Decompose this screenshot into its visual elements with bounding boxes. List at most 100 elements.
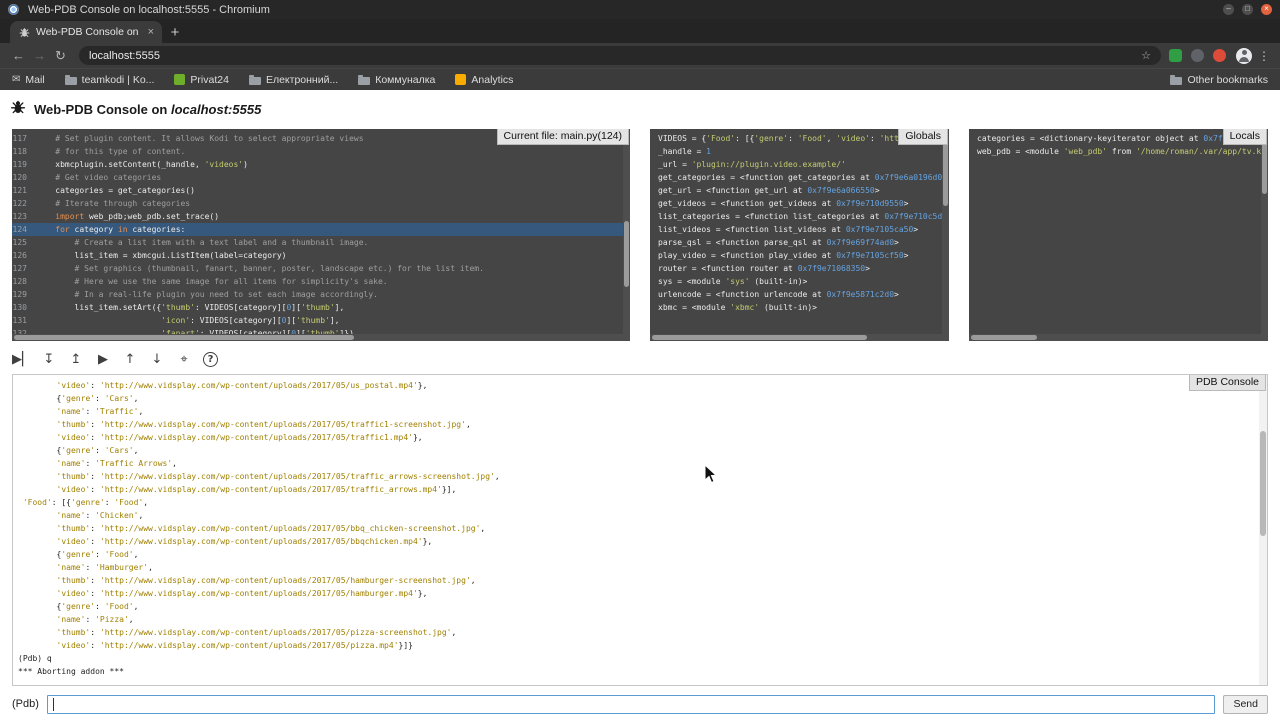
forward-icon[interactable]: →: [29, 48, 50, 63]
locals-panel: Locals categories = <dictionary-keyitera…: [969, 129, 1268, 341]
down-button[interactable]: ↓: [147, 349, 167, 369]
extension-icon-gray[interactable]: [1191, 49, 1204, 62]
browser-window: Web-PDB Console on localhost:5555 - Chro…: [0, 0, 1280, 720]
profile-avatar[interactable]: [1236, 48, 1252, 64]
bookmark-item-3[interactable]: Електронний...: [249, 74, 338, 86]
console-line: *** Aborting addon ***: [18, 665, 1258, 678]
scrollbar-thumb[interactable]: [971, 335, 1037, 340]
code-line-121: 121 categories = get_categories(): [12, 184, 623, 197]
console-line: 'name': 'Traffic Arrows',: [18, 457, 1258, 470]
new-tab-button[interactable]: +: [162, 21, 188, 43]
favicon-icon: [174, 74, 185, 85]
scrollbar-thumb[interactable]: [624, 221, 629, 287]
code-line-127: 127 # Set graphics (thumbnail, fanart, b…: [12, 262, 623, 275]
help-button[interactable]: ?: [203, 352, 218, 367]
code-line-130: 130 list_item.setArt({'thumb': VIDEOS[ca…: [12, 301, 623, 314]
other-bookmarks-label: Other bookmarks: [1187, 74, 1268, 86]
code-line-124: 124 for category in categories:: [12, 223, 623, 236]
pdb-console-label: PDB Console: [1189, 375, 1266, 391]
address-bar[interactable]: localhost:5555 ☆: [79, 46, 1161, 65]
console-line: 'name': 'Chicken',: [18, 509, 1258, 522]
mail-icon: ✉: [12, 75, 20, 85]
minimize-button[interactable]: –: [1223, 4, 1234, 15]
close-button[interactable]: ×: [1261, 4, 1272, 15]
bookmark-label: Електронний...: [266, 74, 338, 86]
prompt-row: (Pdb) Send: [12, 693, 1268, 715]
globals-vertical-scrollbar[interactable]: [942, 129, 949, 334]
console-line: 'name': 'Traffic',: [18, 405, 1258, 418]
back-icon[interactable]: ←: [8, 48, 29, 63]
variable-line: urlencode = <function urlencode at 0x7f9…: [658, 288, 942, 301]
next-button[interactable]: ▶▏: [12, 349, 32, 369]
scrollbar-thumb[interactable]: [14, 335, 354, 340]
bookmark-item-5[interactable]: Analytics: [455, 74, 513, 86]
code-line-131: 131 'icon': VIDEOS[category][0]['thumb']…: [12, 314, 623, 327]
code-line-132: 132 'fanart': VIDEOS[category][0]['thumb…: [12, 327, 623, 334]
bookmark-item-0[interactable]: ✉Mail: [12, 74, 45, 86]
current-file-panel: Current file: main.py(124) 117 # Set plu…: [12, 129, 630, 341]
tab-close-icon[interactable]: ×: [148, 27, 154, 38]
code-line-118: 118 # for this type of content.: [12, 145, 623, 158]
maximize-button[interactable]: □: [1242, 4, 1253, 15]
reload-icon[interactable]: ↻: [50, 48, 71, 64]
globals-horizontal-scrollbar[interactable]: [650, 334, 949, 341]
console-line: 'video': 'http://www.vidsplay.com/wp-con…: [18, 431, 1258, 444]
extension-icon-red[interactable]: [1213, 49, 1226, 62]
bookmark-label: Privat24: [190, 74, 229, 86]
folder-icon: [358, 77, 370, 85]
variable-line: web_pdb = <module 'web_pdb' from '/home/…: [977, 145, 1261, 158]
text-caret: [53, 698, 54, 711]
code-lines: 117 # Set plugin content. It allows Kodi…: [12, 129, 623, 334]
bookmark-item-2[interactable]: Privat24: [174, 74, 229, 86]
extension-icon-green[interactable]: [1169, 49, 1182, 62]
current-file-label: Current file: main.py(124): [497, 129, 629, 145]
return-button[interactable]: ↥: [66, 349, 86, 369]
browser-tab[interactable]: Web-PDB Console on loca ×: [10, 21, 162, 43]
other-bookmarks[interactable]: Other bookmarks: [1170, 74, 1268, 86]
locals-horizontal-scrollbar[interactable]: [969, 334, 1268, 341]
code-line-122: 122 # Iterate through categories: [12, 197, 623, 210]
window-controls: – □ ×: [1223, 4, 1272, 15]
variable-line: router = <function router at 0x7f9e71068…: [658, 262, 942, 275]
console-line: 'video': 'http://www.vidsplay.com/wp-con…: [18, 587, 1258, 600]
scrollbar-thumb[interactable]: [1260, 431, 1266, 536]
console-line: {'genre': 'Food',: [18, 548, 1258, 561]
variable-line: categories = <dictionary-keyiterator obj…: [977, 132, 1261, 145]
bookmark-item-4[interactable]: Коммуналка: [358, 74, 435, 86]
tab-title: Web-PDB Console on loca: [36, 26, 142, 38]
where-button[interactable]: ⌖: [174, 349, 194, 369]
bookmark-item-1[interactable]: teamkodi | Ko...: [65, 74, 155, 86]
console-line: 'video': 'http://www.vidsplay.com/wp-con…: [18, 639, 1258, 652]
folder-icon: [65, 77, 77, 85]
up-button[interactable]: ↑: [120, 349, 140, 369]
page-title: Web-PDB Console on localhost:5555: [34, 102, 261, 117]
console-line: 'name': 'Pizza',: [18, 613, 1258, 626]
variable-line: get_categories = <function get_categorie…: [658, 171, 942, 184]
code-line-129: 129 # In a real-life plugin you need to …: [12, 288, 623, 301]
variable-line: parse_qsl = <function parse_qsl at 0x7f9…: [658, 236, 942, 249]
scrollbar-thumb[interactable]: [652, 335, 867, 340]
locals-vertical-scrollbar[interactable]: [1261, 129, 1268, 334]
variable-line: get_videos = <function get_videos at 0x7…: [658, 197, 942, 210]
code-vertical-scrollbar[interactable]: [623, 129, 630, 334]
console-line: 'thumb': 'http://www.vidsplay.com/wp-con…: [18, 418, 1258, 431]
code-horizontal-scrollbar[interactable]: [12, 334, 630, 341]
browser-menu-icon[interactable]: ⋮: [1256, 49, 1272, 63]
pdb-command-input[interactable]: [47, 695, 1216, 714]
debugger-panels: Current file: main.py(124) 117 # Set plu…: [12, 129, 1268, 341]
variable-line: _url = 'plugin://plugin.video.example/': [658, 158, 942, 171]
bookmark-star-icon[interactable]: ☆: [1141, 49, 1151, 62]
console-line: {'genre': 'Cars',: [18, 392, 1258, 405]
pdb-prompt-label: (Pdb): [12, 698, 39, 710]
locals-label: Locals: [1223, 129, 1267, 145]
console-line: 'video': 'http://www.vidsplay.com/wp-con…: [18, 535, 1258, 548]
send-button[interactable]: Send: [1223, 695, 1268, 714]
code-line-128: 128 # Here we use the same image for all…: [12, 275, 623, 288]
pdb-console-panel: PDB Console 'video': 'http://www.vidspla…: [12, 374, 1268, 686]
console-vertical-scrollbar[interactable]: [1259, 375, 1267, 685]
continue-button[interactable]: ▶: [93, 349, 113, 369]
locals-lines: categories = <dictionary-keyiterator obj…: [969, 129, 1261, 334]
tab-favicon-bug-icon: [18, 26, 30, 38]
step-button[interactable]: ↧: [39, 349, 59, 369]
console-line: 'video': 'http://www.vidsplay.com/wp-con…: [18, 483, 1258, 496]
